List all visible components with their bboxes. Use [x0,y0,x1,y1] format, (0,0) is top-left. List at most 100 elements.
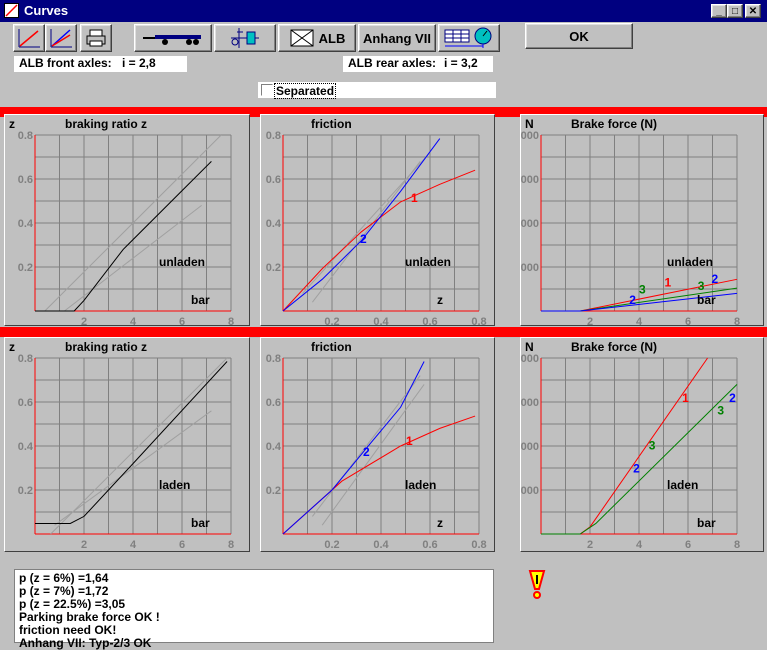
ok-button[interactable]: OK [525,23,633,49]
y-tick-label: 80000 [521,130,539,142]
x-tick-label: 8 [734,539,740,551]
y-tick-label: 0.8 [18,130,33,142]
laden-red-bar [0,327,767,337]
y-tick-label: 80000 [521,353,539,365]
force-unladen-panel: N Brake force (N) 8000060000400002000024… [520,114,764,327]
ratio-unladen-panel: z braking ratio z 0.8 0.6 0.4 0.2 2 4 6 8 unlad… [4,114,250,327]
series-label-3: 3 [717,403,724,417]
friction-laden-x-axis-label: z [437,516,443,530]
x-tick-label: 0.2 [324,539,339,551]
friction-unladen-label-1: 1 [411,191,418,205]
x-tick-label: 6 [685,316,691,327]
ok-button-label: OK [569,28,589,44]
force-laden-state: laden [667,478,699,492]
x-tick-label: 4 [130,316,137,327]
minimize-icon: _ [716,5,722,17]
friction-unladen-state: unladen [405,255,452,269]
series-label-1: 1 [664,275,671,289]
y-tick-label: 0.8 [266,353,281,365]
x-tick-label: 0.4 [373,539,389,551]
dual-line-chart-icon [50,29,72,48]
title-bar: Curves _ □ ✕ [0,0,767,22]
x-tick-label: 0.6 [422,316,437,327]
x-tick-label: 4 [636,316,643,327]
trailer-button[interactable] [134,24,212,52]
print-button[interactable] [80,24,112,52]
x-tick-label: 4 [636,539,643,551]
alb-button[interactable]: ALB [278,24,356,52]
x-tick-label: 6 [179,316,185,327]
series-label-1: 1 [682,391,689,405]
anhang-button-label: Anhang VII [363,30,431,46]
alb-front-value: i = 2,8 [122,56,156,70]
x-tick-label: 4 [130,539,137,551]
maximize-button[interactable]: □ [727,4,743,18]
series-label-2: 2 [729,391,736,405]
series-label-3: 3 [639,282,646,296]
warning-icon[interactable] [527,569,547,601]
separated-row: Separated [258,82,496,99]
friction-unladen-label-2: 2 [360,232,367,246]
x-tick-label: 2 [81,539,87,551]
ratio-unladen-chart: 0.8 0.6 0.4 0.2 2 4 6 8 [18,130,234,327]
maximize-icon: □ [731,5,739,17]
friction-laden-state: laden [405,478,437,492]
x-tick-label: 2 [587,539,593,551]
series-label-2: 2 [712,272,719,286]
friction-laden-chart: 0.8 0.6 0.4 0.2 0.2 0.4 0.6 0.8 [266,353,487,551]
minimize-button[interactable]: _ [711,4,727,18]
app-icon[interactable] [4,3,19,18]
valve-icon [231,28,259,48]
alb-front-label: ALB front axles: [19,56,112,70]
output-line-6: Anhang VII: Typ-2/3 OK [19,636,152,650]
printer-icon [86,29,106,47]
alb-front-info: ALB front axles: i = 2,8 [14,56,187,72]
y-tick-label: 0.4 [18,218,34,230]
force-laden-chart: 80000600004000020000246813322 [521,353,740,551]
y-tick-label: 20000 [521,485,539,497]
window-title: Curves [24,3,69,18]
curve-chart-button-2[interactable] [45,24,77,52]
x-tick-label: 8 [734,316,740,327]
y-tick-label: 0.4 [266,441,282,453]
x-tick-label: 0.2 [324,316,339,327]
force-unladen-state: unladen [667,255,714,269]
alb-rear-info: ALB rear axles: i = 3,2 [343,56,493,72]
table-gauge-button[interactable] [438,24,500,52]
separated-checkbox[interactable] [261,84,273,96]
y-tick-label: 0.6 [266,397,281,409]
x-tick-label: 8 [228,316,234,327]
x-tick-label: 2 [587,316,593,327]
y-tick-label: 0.2 [266,485,281,497]
y-tick-label: 0.4 [266,218,282,230]
series-label-3: 3 [698,279,705,293]
force-unladen-x-axis-label: bar [697,293,716,307]
y-tick-label: 60000 [521,174,539,186]
series-label-3: 3 [649,439,656,453]
valve-button[interactable] [214,24,276,52]
friction-unladen-chart: 0.8 0.6 0.4 0.2 0.2 0.4 0.6 0.8 [266,130,487,327]
ratio-unladen-state: unladen [159,255,206,269]
curve-chart-button-1[interactable] [13,24,45,52]
anhang-button[interactable]: Anhang VII [358,24,436,52]
friction-laden-label-1: 1 [406,434,413,448]
friction-laden-label-2: 2 [363,445,370,459]
ratio-laden-chart: 0.8 0.6 0.4 0.2 2 4 6 8 [18,353,234,551]
y-tick-label: 0.2 [266,262,281,274]
close-button[interactable]: ✕ [745,4,761,18]
x-tick-label: 2 [81,316,87,327]
y-tick-label: 0.2 [18,485,33,497]
y-tick-label: 0.6 [18,174,33,186]
results-output[interactable]: p (z = 6%) =1,64 p (z = 7%) =1,72 p (z =… [14,569,494,650]
y-tick-label: 0.6 [266,174,281,186]
y-tick-label: 0.2 [18,262,33,274]
y-tick-label: 20000 [521,262,539,274]
force-unladen-chart: 80000600004000020000246813322 [521,130,740,327]
y-tick-label: 40000 [521,218,539,230]
x-tick-label: 8 [228,539,234,551]
x-tick-label: 6 [179,539,185,551]
y-tick-label: 0.8 [266,130,281,142]
series-label-2: 2 [633,461,640,475]
friction-laden-panel: friction 0.8 0.6 0.4 0.2 0.2 0.4 0.6 0.8 laden … [260,337,495,552]
ratio-unladen-x-axis-label: bar [191,293,210,307]
